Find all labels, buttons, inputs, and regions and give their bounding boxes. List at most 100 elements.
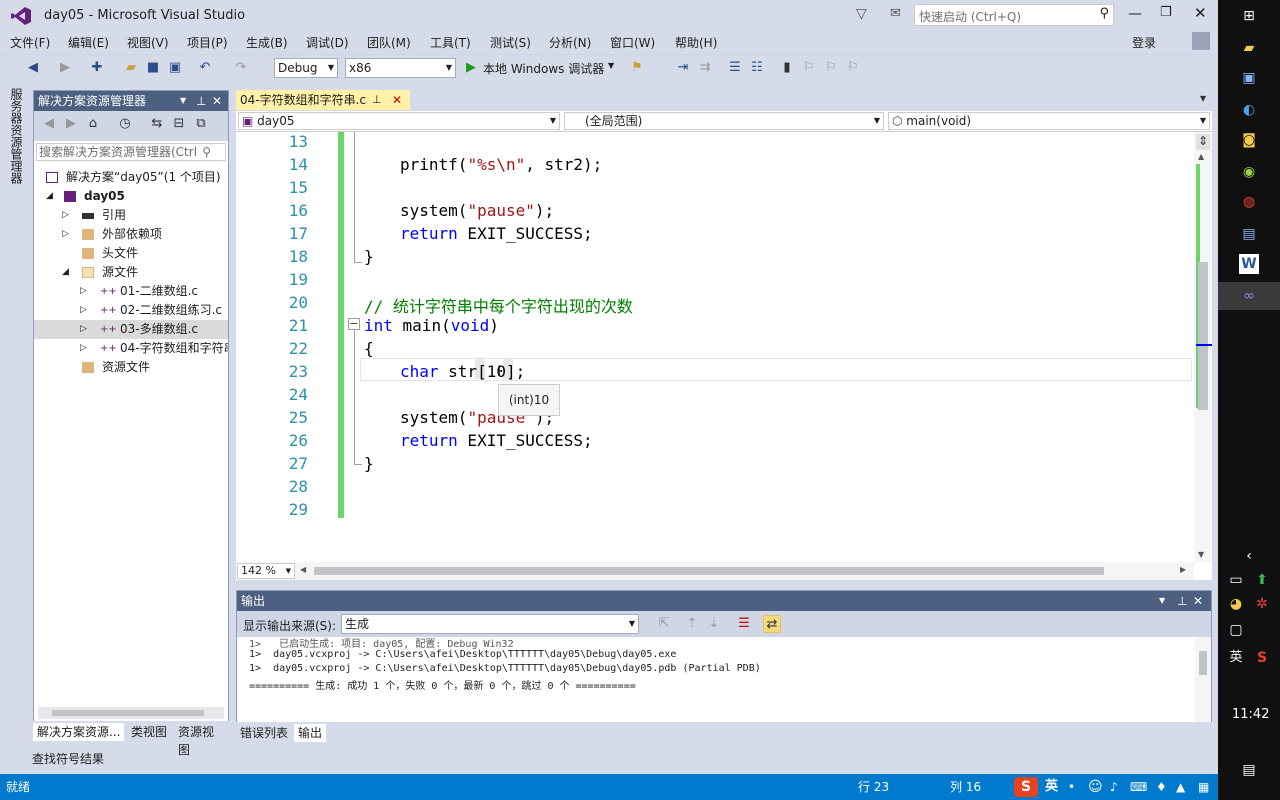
- platform-select[interactable]: x86 ▼: [345, 58, 456, 78]
- scrollbar-thumb[interactable]: [52, 710, 204, 716]
- sogou-icon[interactable]: S: [1252, 648, 1272, 668]
- pin-icon[interactable]: ⊥: [1177, 591, 1187, 611]
- save-icon[interactable]: ■: [144, 59, 162, 77]
- tree-item-file-04[interactable]: ▷ ++ 04-字符数组和字符串: [34, 339, 228, 358]
- filter-icon[interactable]: ▽: [856, 6, 867, 22]
- play-icon[interactable]: ▶: [462, 59, 480, 77]
- word-icon[interactable]: W: [1239, 254, 1259, 274]
- tree-item-external-deps[interactable]: ▷ 外部依赖项: [34, 225, 228, 244]
- network-icon[interactable]: ▭: [1226, 570, 1246, 590]
- tab-solution-explorer[interactable]: 解决方案资源...: [33, 723, 125, 741]
- server-explorer-strip[interactable]: 服务器资源管理器: [0, 82, 32, 774]
- chrome-icon[interactable]: ◍: [1239, 192, 1259, 212]
- menu-build[interactable]: 生成(B): [246, 34, 288, 51]
- restore-button[interactable]: ❐: [1160, 5, 1172, 20]
- menu-project[interactable]: 项目(P): [187, 34, 228, 51]
- back-icon[interactable]: ◀: [24, 59, 42, 77]
- minimize-button[interactable]: —: [1128, 6, 1142, 22]
- tree-item-references[interactable]: ▷ 引用: [34, 206, 228, 225]
- file-explorer-icon[interactable]: ▰: [1239, 38, 1259, 58]
- tab-overflow-icon[interactable]: ▼: [1200, 94, 1206, 103]
- vertical-scrollbar[interactable]: ⇕ ▲ ▼: [1194, 132, 1212, 562]
- visual-studio-icon[interactable]: ∞: [1239, 286, 1259, 306]
- tab-resource-view[interactable]: 资源视图: [174, 723, 229, 757]
- tree-item-solution[interactable]: 解决方案“day05”(1 个项目): [34, 168, 228, 187]
- uncomment-icon[interactable]: ☷: [748, 59, 766, 77]
- prev-bookmark-icon[interactable]: ⚐: [800, 59, 818, 77]
- grid-icon[interactable]: ▦: [1198, 774, 1209, 800]
- collapsed-icon[interactable]: ▷: [80, 301, 87, 320]
- horizontal-scrollbar[interactable]: [38, 707, 224, 719]
- close-button[interactable]: ✕: [1194, 4, 1207, 22]
- forward-icon[interactable]: ▶: [62, 115, 80, 133]
- clear-all-icon[interactable]: ☰: [735, 615, 753, 633]
- menu-file[interactable]: 文件(F): [10, 34, 50, 51]
- app-tray-icon[interactable]: ◕: [1226, 594, 1246, 614]
- goto-source-icon[interactable]: ⇱: [655, 615, 673, 633]
- tools-icon[interactable]: ▲: [1176, 774, 1185, 800]
- output-source-select[interactable]: 生成 ▼: [341, 614, 639, 634]
- menu-test[interactable]: 测试(S): [490, 34, 531, 51]
- expanded-icon[interactable]: ◢: [62, 263, 69, 282]
- collapse-toggle-icon[interactable]: −: [348, 318, 360, 330]
- run-debugger-button[interactable]: 本地 Windows 调试器: [483, 60, 604, 77]
- collapsed-icon[interactable]: ▷: [80, 282, 87, 301]
- save-all-icon[interactable]: ▣: [166, 59, 184, 77]
- word-wrap-icon[interactable]: ⇄: [763, 615, 781, 633]
- scroll-up-icon[interactable]: ▲: [1198, 152, 1204, 161]
- prev-message-icon[interactable]: ⇡: [683, 615, 701, 633]
- comment-icon[interactable]: ☰: [726, 59, 744, 77]
- nav-scope-select[interactable]: (全局范围) ▼: [564, 112, 884, 130]
- step-over-icon[interactable]: ⇉: [696, 59, 714, 77]
- forward-icon[interactable]: ▶: [56, 59, 74, 77]
- scrollbar-thumb[interactable]: [1198, 262, 1208, 410]
- account-icon[interactable]: [1192, 32, 1210, 50]
- tree-item-file-03[interactable]: ▷ ++ 03-多维数组.c: [34, 320, 228, 339]
- chevron-down-icon[interactable]: ▼: [608, 61, 614, 70]
- menu-help[interactable]: 帮助(H): [675, 34, 717, 51]
- display-icon[interactable]: ▢: [1226, 620, 1246, 640]
- sync-icon[interactable]: ⇆: [148, 115, 166, 133]
- next-message-icon[interactable]: ⇣: [705, 615, 723, 633]
- history-icon[interactable]: ◷: [116, 115, 134, 133]
- close-icon[interactable]: ✕: [1193, 591, 1203, 611]
- menu-debug[interactable]: 调试(D): [306, 34, 349, 51]
- collapse-icon[interactable]: ⊟: [170, 115, 188, 133]
- menu-window[interactable]: 窗口(W): [610, 34, 655, 51]
- collapsed-icon[interactable]: ▷: [62, 206, 69, 225]
- close-tab-icon[interactable]: ✕: [392, 90, 402, 110]
- scrollbar-thumb[interactable]: [1199, 651, 1207, 675]
- home-icon[interactable]: ⌂: [84, 115, 102, 133]
- punctuation-icon[interactable]: •: [1068, 774, 1075, 800]
- pin-icon[interactable]: ⊥: [196, 91, 206, 111]
- code-editor[interactable]: 13 14 15 16 17 18 19 20 21 22 23 24 25 2…: [236, 132, 1194, 562]
- nav-project-select[interactable]: ▣ day05 ▼: [238, 112, 560, 130]
- tab-output[interactable]: 输出: [294, 724, 327, 742]
- document-tab[interactable]: 04-字符数组和字符串.c ⊥ ✕: [236, 90, 410, 110]
- close-icon[interactable]: ✕: [212, 91, 222, 111]
- chevron-left-icon[interactable]: ‹: [1239, 546, 1259, 566]
- clock[interactable]: 11:42: [1232, 707, 1269, 722]
- tree-item-file-02[interactable]: ▷ ++ 02-二维数组练习.c: [34, 301, 228, 320]
- config-select[interactable]: Debug ▼: [274, 58, 338, 78]
- ime-language[interactable]: 英: [1045, 774, 1058, 800]
- copy-icon[interactable]: ⧉: [192, 115, 210, 133]
- tree-item-project[interactable]: ◢ day05: [34, 187, 228, 206]
- scroll-right-icon[interactable]: ▶: [1180, 565, 1186, 574]
- collapsed-icon[interactable]: ▷: [80, 339, 87, 358]
- bookmark-icon[interactable]: ▮: [778, 59, 796, 77]
- collapsed-icon[interactable]: ▷: [80, 320, 87, 339]
- expanded-icon[interactable]: ◢: [46, 187, 53, 206]
- hscroll-thumb[interactable]: [314, 567, 1104, 575]
- zoom-select[interactable]: 142 % ▼: [237, 563, 295, 579]
- update-icon[interactable]: ⬆: [1252, 570, 1272, 590]
- microphone-icon[interactable]: ♪: [1110, 774, 1118, 800]
- login-link[interactable]: 登录: [1132, 34, 1156, 51]
- tab-error-list[interactable]: 错误列表: [236, 724, 292, 742]
- ime-logo-icon[interactable]: S: [1014, 777, 1038, 797]
- find-symbol-results-tab[interactable]: 查找符号结果: [32, 750, 104, 767]
- nav-function-select[interactable]: ⬡ main(void) ▼: [888, 112, 1210, 130]
- tree-item-source-files[interactable]: ◢ 源文件: [34, 263, 228, 282]
- app-icon[interactable]: ▤: [1239, 224, 1259, 244]
- notification-icon[interactable]: ▤: [1239, 760, 1259, 780]
